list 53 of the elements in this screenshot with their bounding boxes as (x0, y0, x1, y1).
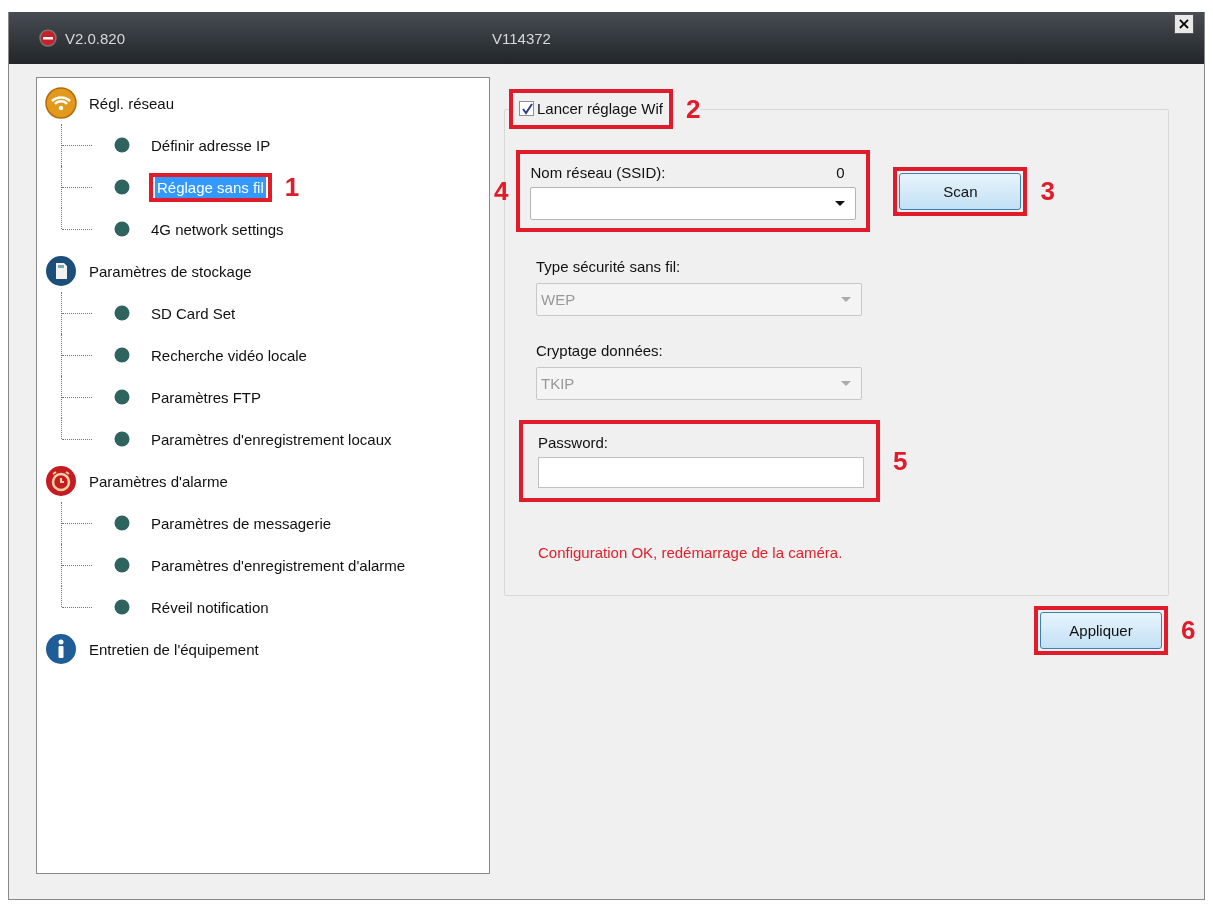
bullet-icon (114, 347, 130, 363)
dropdown-arrow-icon (841, 381, 851, 386)
device-id: V114372 (492, 29, 552, 47)
checkmark-icon (520, 102, 533, 115)
alarm-clock-icon (45, 465, 77, 497)
ssid-dropdown[interactable] (530, 187, 857, 220)
scan-button[interactable]: Scan (899, 172, 1022, 210)
callout-number: 5 (893, 445, 908, 477)
field-label: Password: (538, 434, 610, 451)
callout-number: 1 (284, 171, 300, 203)
checkbox[interactable] (519, 101, 534, 116)
tree-item[interactable]: Définir adresse IP (149, 134, 273, 156)
bullet-icon (114, 305, 130, 321)
tree-item[interactable]: Paramètres d'alarme (89, 472, 228, 490)
network-count: 0 (836, 164, 845, 181)
info-icon (45, 633, 77, 665)
bullet-icon (114, 515, 130, 531)
sd-card-icon (45, 255, 77, 287)
app-logo-icon (39, 29, 57, 47)
field-label: Type sécurité sans fil: (536, 258, 682, 275)
tree-item[interactable]: Paramètres FTP (149, 386, 264, 408)
dropdown-arrow-icon (835, 201, 846, 206)
wifi-icon (45, 87, 77, 119)
tree-item[interactable]: SD Card Set (149, 302, 238, 324)
bullet-icon (114, 599, 130, 615)
status-message: Configuration OK, redémarrage de la caméra. (538, 544, 844, 561)
callout-number: 2 (685, 93, 701, 125)
close-button[interactable]: × (1174, 14, 1194, 34)
callout-number: 6 (1181, 615, 1196, 646)
bullet-icon (114, 557, 130, 573)
field-label: Nom réseau (SSID): (530, 164, 666, 181)
tree-item[interactable]: Entretien de l'équipement (89, 640, 259, 658)
callout-number: 4 (494, 175, 509, 207)
tree-item[interactable]: 4G network settings (149, 218, 286, 240)
dropdown-arrow-icon (841, 297, 851, 302)
tree-item[interactable]: Paramètres d'enregistrement locaux (149, 428, 394, 450)
window-title: V2.0.820 (65, 29, 127, 47)
tree-item[interactable]: Paramètres de stockage (89, 262, 252, 280)
bullet-icon (114, 431, 130, 447)
bullet-icon (114, 137, 130, 153)
bullet-icon (114, 389, 130, 405)
bullet-icon (114, 221, 130, 237)
tree-item[interactable]: Paramètres d'enregistrement d'alarme (149, 554, 408, 576)
bullet-icon (114, 179, 130, 195)
checkbox-label: Lancer réglage Wif (537, 100, 663, 117)
tree-item[interactable]: Régl. réseau (89, 94, 175, 112)
tree-item[interactable]: Réveil notification (149, 596, 271, 618)
callout-number: 3 (1040, 175, 1055, 207)
tree-item[interactable]: Recherche vidéo locale (149, 344, 309, 366)
field-label: Cryptage données: (536, 342, 664, 359)
password-field[interactable] (538, 457, 864, 488)
tree-item[interactable]: Paramètres de messagerie (149, 512, 334, 534)
apply-button[interactable]: Appliquer (1040, 612, 1162, 649)
